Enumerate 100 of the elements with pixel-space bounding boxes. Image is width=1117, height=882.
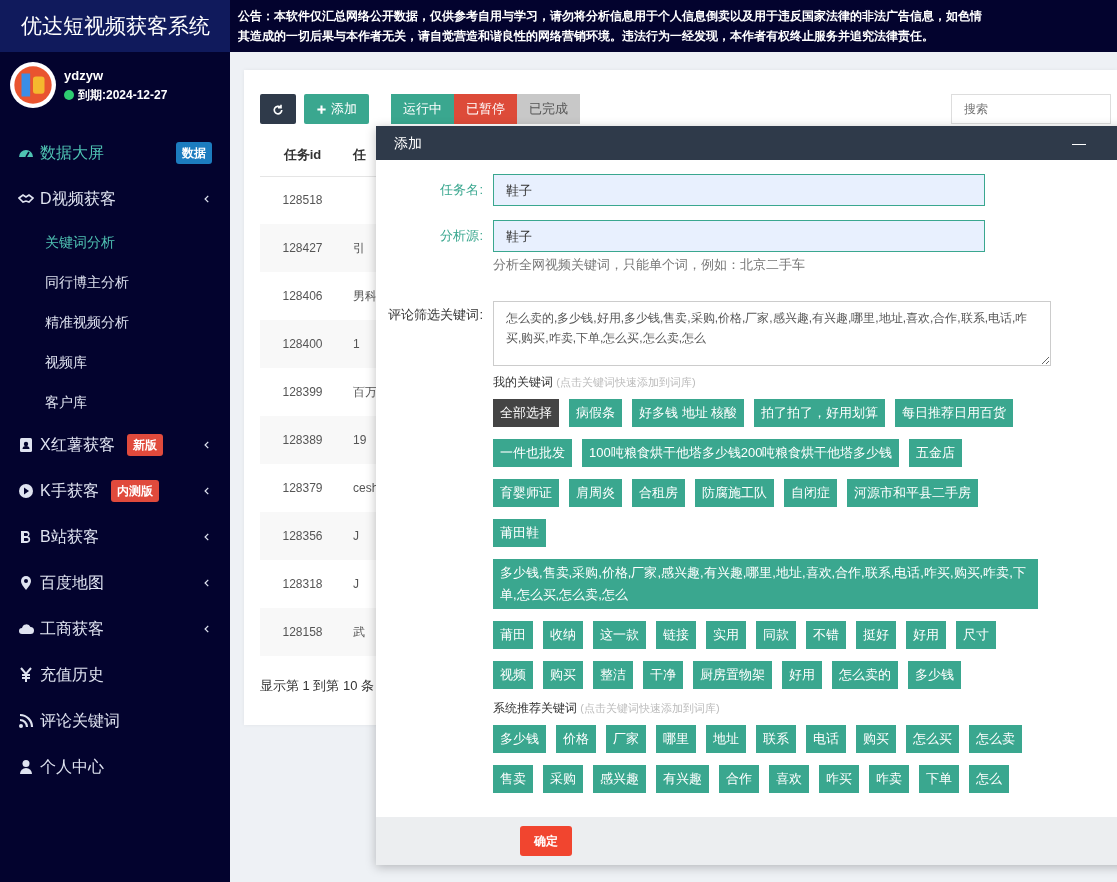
keyword-tag[interactable]: 每日推荐日用百货	[895, 399, 1014, 428]
table-cell: 128399	[282, 385, 323, 399]
section-hint: (点击关键词快速添加到词库)	[556, 376, 696, 389]
refresh-button[interactable]	[260, 94, 296, 124]
keyword-tag[interactable]: 厨房置物架	[693, 661, 772, 690]
keyword-tag[interactable]: 五金店	[909, 439, 963, 468]
keyword-tag[interactable]: 价格	[556, 725, 596, 754]
keyword-tag[interactable]: 好多钱 地址 核酸	[632, 399, 745, 428]
keyword-tag[interactable]: 河源市和平县二手房	[847, 479, 978, 508]
keyword-tag[interactable]: 自闭症	[784, 479, 837, 508]
refresh-icon	[272, 103, 284, 116]
keyword-tag[interactable]: 收纳	[543, 621, 583, 650]
keyword-tag[interactable]: 联系	[756, 725, 796, 754]
keyword-tag[interactable]: 干净	[643, 661, 683, 690]
keyword-tag[interactable]: 实用	[706, 621, 746, 650]
keyword-tag[interactable]: 视频	[493, 661, 533, 690]
user-name: ydzyw	[64, 67, 104, 86]
keyword-tag[interactable]: 采购	[543, 765, 583, 794]
keyword-tag[interactable]: 不错	[806, 621, 846, 650]
cloud-icon	[18, 621, 34, 637]
search-field[interactable]: 搜索	[951, 94, 1111, 124]
keyword-textarea[interactable]: 怎么卖的,多少钱,好用,多少钱,售卖,采购,价格,厂家,感兴趣,有兴趣,哪里,地址,喜欢,合作,联系,电话,咋买,购买,咋卖,下单,怎么买,怎么卖,怎么	[493, 300, 1051, 366]
keyword-tag[interactable]: 电话	[806, 725, 846, 754]
keyword-tag[interactable]: 100吨粮食烘干他塔多少钱200吨粮食烘干他塔多少钱	[582, 439, 900, 468]
keyword-tag[interactable]: 购买	[543, 661, 583, 690]
keyword-tag[interactable]: 售卖	[493, 765, 533, 794]
keyword-tag[interactable]: 下单	[919, 765, 959, 794]
contact-card-icon	[18, 437, 34, 453]
submenu-item[interactable]: 客户库	[0, 382, 230, 422]
add-button[interactable]: 添加	[304, 94, 369, 124]
filter-button[interactable]: 运行中	[391, 94, 454, 124]
column-header[interactable]: 任务id	[260, 134, 345, 176]
table-cell: J	[353, 529, 359, 543]
keyword-tag[interactable]: 多少钱	[908, 661, 961, 690]
table-cell: 19	[353, 433, 367, 447]
keyword-tag[interactable]: 厂家	[606, 725, 646, 754]
sidebar-item[interactable]: D视频获客	[0, 176, 230, 222]
expiry-date: 到期:2024-12-27	[78, 86, 168, 104]
sidebar-item[interactable]: X红薯获客 新版	[0, 422, 230, 468]
keyword-tag[interactable]: 莆田	[493, 621, 533, 650]
keyword-tag[interactable]: 有兴趣	[656, 765, 709, 794]
keyword-tag[interactable]: 链接	[656, 621, 696, 650]
table-cell: 男科	[353, 289, 377, 303]
play-icon	[18, 483, 34, 499]
keyword-tag[interactable]: 好用	[782, 661, 822, 690]
sidebar-item[interactable]: 百度地图	[0, 560, 230, 606]
keyword-tag[interactable]: 合租房	[632, 479, 685, 508]
sidebar-item[interactable]: 工商获客	[0, 606, 230, 652]
keyword-tag[interactable]: 合作	[719, 765, 759, 794]
keyword-tag[interactable]: 喜欢	[769, 765, 809, 794]
submenu-item[interactable]: 同行博主分析	[0, 262, 230, 302]
table-cell: 128427	[282, 241, 323, 255]
table-cell: 128379	[282, 481, 323, 495]
sidebar-item[interactable]: B站获客	[0, 514, 230, 560]
sidebar-item[interactable]: 充值历史	[0, 652, 230, 698]
keyword-tag[interactable]: 病假条	[569, 399, 622, 428]
keyword-tag[interactable]: 怎么卖	[969, 725, 1022, 754]
sidebar-item[interactable]: 评论关键词	[0, 698, 230, 744]
keyword-tag[interactable]: 同款	[756, 621, 796, 650]
keyword-tag[interactable]: 哪里	[656, 725, 696, 754]
keyword-tag[interactable]: 一件也批发	[493, 439, 572, 468]
keyword-tag[interactable]: 怎么	[969, 765, 1009, 794]
yen-icon	[18, 667, 34, 683]
input-field[interactable]: 鞋子	[493, 220, 985, 253]
keyword-tag[interactable]: 多少钱,售卖,采购,价格,厂家,感兴趣,有兴趣,哪里,地址,喜欢,合作,联系,电话,咋买,购买,咋卖,下单,怎么买,怎么卖,怎么	[493, 559, 1038, 610]
keyword-tag[interactable]: 尺寸	[956, 621, 996, 650]
keyword-tag[interactable]: 好用	[906, 621, 946, 650]
sidebar-item[interactable]: K手获客 内测版	[0, 468, 230, 514]
sidebar-item[interactable]: 数据大屏 数据	[0, 130, 230, 176]
submenu-item[interactable]: 视频库	[0, 342, 230, 382]
keyword-tag[interactable]: 咋卖	[869, 765, 909, 794]
keyword-tag[interactable]: 育婴师证	[493, 479, 559, 508]
sidebar-label: B站获客	[40, 527, 99, 547]
keyword-tag[interactable]: 地址	[706, 725, 746, 754]
submenu-item[interactable]: 精准视频分析	[0, 302, 230, 342]
keyword-tag[interactable]: 怎么卖的	[832, 661, 898, 690]
table-cell: 128356	[282, 529, 323, 543]
keyword-tag[interactable]: 怎么买	[906, 725, 959, 754]
keyword-tag[interactable]: 拍了拍了，好用划算	[754, 399, 886, 428]
keyword-tag[interactable]: 感兴趣	[593, 765, 646, 794]
keyword-tag[interactable]: 挺好	[856, 621, 896, 650]
input-field[interactable]: 鞋子	[493, 174, 985, 207]
filter-button[interactable]: 已暂停	[454, 94, 517, 124]
minimize-button[interactable]: —	[1072, 132, 1086, 154]
keyword-tag[interactable]: 多少钱	[493, 725, 546, 754]
keyword-tag[interactable]: 整洁	[593, 661, 633, 690]
pagination-info: 显示第 1 到第 10 条	[260, 677, 375, 695]
confirm-button[interactable]: 确定	[520, 826, 572, 857]
keyword-tag[interactable]: 购买	[856, 725, 896, 754]
table-cell: J	[353, 577, 359, 591]
keyword-tag[interactable]: 这一款	[593, 621, 646, 650]
keyword-tag[interactable]: 肩周炎	[569, 479, 622, 508]
keyword-tag[interactable]: 莆田鞋	[493, 519, 546, 548]
submenu-item[interactable]: 关键词分析	[0, 222, 230, 262]
keyword-tag[interactable]: 防腐施工队	[695, 479, 774, 508]
table-cell: 128158	[282, 625, 323, 639]
keyword-tag[interactable]: 咋买	[819, 765, 859, 794]
sidebar-item[interactable]: 个人中心	[0, 744, 230, 790]
app-title: 优达短视频获客系统	[0, 0, 230, 52]
select-all-button[interactable]: 全部选择	[493, 399, 559, 428]
